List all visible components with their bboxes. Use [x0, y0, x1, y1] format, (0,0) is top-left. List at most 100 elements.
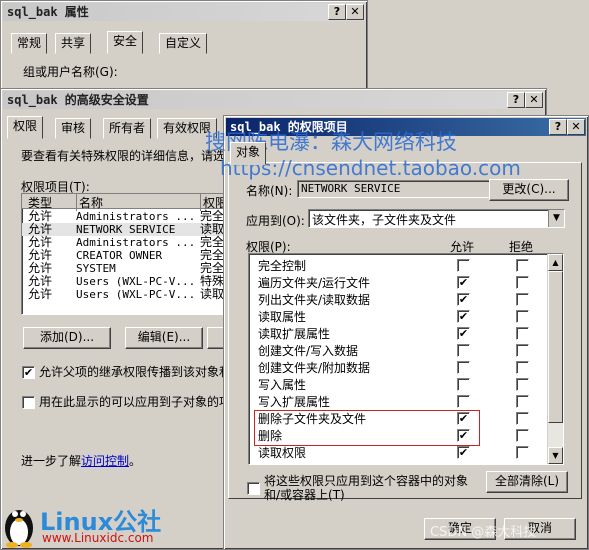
- deny-checkbox[interactable]: [516, 276, 529, 289]
- learn-more-prefix: 进一步了解: [21, 454, 82, 468]
- permission-label: 读取权限: [258, 446, 307, 460]
- inherit-checkbox[interactable]: ✔: [22, 366, 35, 379]
- permission-row: 创建文件/写入数据: [249, 341, 545, 358]
- allow-checkbox[interactable]: ✔: [457, 446, 470, 459]
- table-row[interactable]: 允许 Users (WXL-PC-V... 读取: [22, 287, 232, 302]
- list-header: 类型 名称 权限: [22, 194, 232, 211]
- tab-security[interactable]: 安全: [107, 31, 144, 54]
- cell-name: Administrators ...: [76, 236, 196, 249]
- allow-checkbox[interactable]: ✔: [457, 327, 470, 340]
- scroll-thumb[interactable]: [548, 271, 563, 423]
- cell-perm: 读取: [200, 287, 225, 301]
- properties-title: sql_bak 属性: [3, 3, 365, 21]
- tab-custom[interactable]: 自定义: [159, 33, 208, 54]
- deny-checkbox[interactable]: [516, 378, 529, 391]
- cell-name: Users (WXL-PC-V...: [76, 275, 196, 288]
- highlight-box: [254, 410, 480, 446]
- scrollbar[interactable]: ▲ ▼: [547, 254, 563, 464]
- dropdown-arrow-icon[interactable]: ▼: [548, 210, 564, 227]
- tab-auditing[interactable]: 审核: [55, 118, 92, 139]
- col-name[interactable]: 名称: [76, 194, 103, 211]
- linux-url: www.Linuxidc.com: [42, 531, 154, 545]
- help-button[interactable]: ?: [549, 119, 567, 135]
- help-button[interactable]: ?: [328, 4, 346, 20]
- add-button[interactable]: 添加(D)...: [23, 327, 111, 349]
- allow-checkbox[interactable]: [457, 378, 470, 391]
- access-control-link[interactable]: 访问控制: [81, 454, 129, 468]
- deny-checkbox[interactable]: [516, 412, 529, 425]
- deny-checkbox[interactable]: [516, 259, 529, 272]
- apply-to-label: 应用到(O):: [246, 214, 305, 228]
- permission-row: 读取属性 ✔: [249, 307, 545, 324]
- permission-row: 完全控制: [249, 256, 545, 273]
- deny-checkbox[interactable]: [516, 310, 529, 323]
- permission-label: 读取扩展属性: [258, 327, 331, 341]
- tab-object[interactable]: 对象: [230, 142, 267, 165]
- apply-to-value: 该文件夹，子文件夹及文件: [312, 213, 457, 227]
- inherit-label: 允许父项的继承权限传播到该对象和: [39, 365, 232, 379]
- tab-general[interactable]: 常规: [11, 33, 48, 54]
- permission-label: 列出文件夹/读取数据: [258, 293, 371, 307]
- change-button[interactable]: 更改(C)...: [489, 179, 569, 201]
- replace-label: 用在此显示的可以应用到子对象的项: [39, 395, 232, 409]
- allow-checkbox[interactable]: [457, 395, 470, 408]
- permission-label: 创建文件/写入数据: [258, 344, 359, 358]
- name-field: NETWORK SERVICE: [297, 180, 490, 198]
- edit-button[interactable]: 编辑(E)...: [125, 327, 203, 349]
- permission-label: 读取属性: [258, 310, 307, 324]
- permission-row: 写入属性: [249, 375, 545, 392]
- allow-checkbox[interactable]: [457, 361, 470, 374]
- group-label: 组或用户名称(G):: [23, 65, 118, 79]
- deny-checkbox[interactable]: [516, 361, 529, 374]
- permission-row: 写入扩展属性: [249, 392, 545, 409]
- permission-label: 写入属性: [258, 378, 307, 392]
- permission-label: 完全控制: [258, 259, 307, 273]
- cell-type: 允许: [28, 287, 53, 301]
- linux-logo: Linux公社 www.Linuxidc.com: [0, 498, 180, 550]
- allow-checkbox[interactable]: [457, 344, 470, 357]
- allow-checkbox[interactable]: ✔: [457, 276, 470, 289]
- deny-checkbox[interactable]: [516, 327, 529, 340]
- permission-label: 遍历文件夹/运行文件: [258, 276, 371, 290]
- apply-to-select[interactable]: 该文件夹，子文件夹及文件 ▼: [308, 209, 565, 228]
- learn-more-suffix: 。: [129, 454, 142, 468]
- watermark-csdn: CSDN @森大科技: [430, 525, 537, 540]
- name-label: 名称(N):: [246, 184, 293, 198]
- scroll-up-icon[interactable]: ▲: [548, 254, 563, 271]
- learn-more: 进一步了解访问控制。: [21, 452, 141, 469]
- advanced-title: sql_bak 的高级安全设置: [3, 91, 544, 109]
- permission-label: 创建文件夹/附加数据: [258, 361, 371, 375]
- advanced-description: 要查看有关特殊权限的详细信息，请选: [21, 149, 226, 163]
- clear-all-button[interactable]: 全部清除(L): [486, 471, 568, 493]
- close-button[interactable]: ✕: [346, 4, 364, 20]
- allow-checkbox[interactable]: [457, 259, 470, 272]
- close-button[interactable]: ✕: [567, 119, 585, 135]
- tab-owner[interactable]: 所有者: [103, 118, 152, 139]
- permission-row: 遍历文件夹/运行文件 ✔: [249, 273, 545, 290]
- cell-name: Users (WXL-PC-V...: [76, 288, 196, 301]
- replace-checkbox[interactable]: [22, 396, 35, 409]
- deny-checkbox[interactable]: [516, 429, 529, 442]
- help-button[interactable]: ?: [507, 92, 525, 108]
- tab-permissions[interactable]: 权限: [7, 116, 44, 139]
- apply-only-checkbox[interactable]: [247, 482, 260, 495]
- permission-entries-list[interactable]: 类型 名称 权限 允许 Administrators ... 完全 允许 NETWORK…: [21, 193, 233, 315]
- cell-name: SYSTEM: [76, 262, 116, 275]
- deny-checkbox[interactable]: [516, 395, 529, 408]
- apply-only-line2: 和/或容器上(T): [264, 488, 345, 502]
- tab-sharing[interactable]: 共享: [55, 33, 92, 54]
- allow-checkbox[interactable]: ✔: [457, 310, 470, 323]
- deny-checkbox[interactable]: [516, 446, 529, 459]
- cell-name: Administrators ...: [76, 210, 196, 223]
- deny-checkbox[interactable]: [516, 293, 529, 306]
- cell-name: NETWORK SERVICE: [76, 223, 176, 236]
- permission-row: 读取扩展属性 ✔: [249, 324, 545, 341]
- scroll-down-icon[interactable]: ▼: [548, 447, 563, 464]
- permission-label: 写入扩展属性: [258, 395, 331, 409]
- deny-checkbox[interactable]: [516, 344, 529, 357]
- cell-name: CREATOR OWNER: [76, 249, 163, 262]
- properties-tabs: 常规 共享 安全 自定义: [11, 31, 361, 55]
- allow-checkbox[interactable]: ✔: [457, 293, 470, 306]
- advanced-tabs: 权限 审核 所有者 有效权限: [7, 116, 227, 140]
- close-button[interactable]: ✕: [525, 92, 543, 108]
